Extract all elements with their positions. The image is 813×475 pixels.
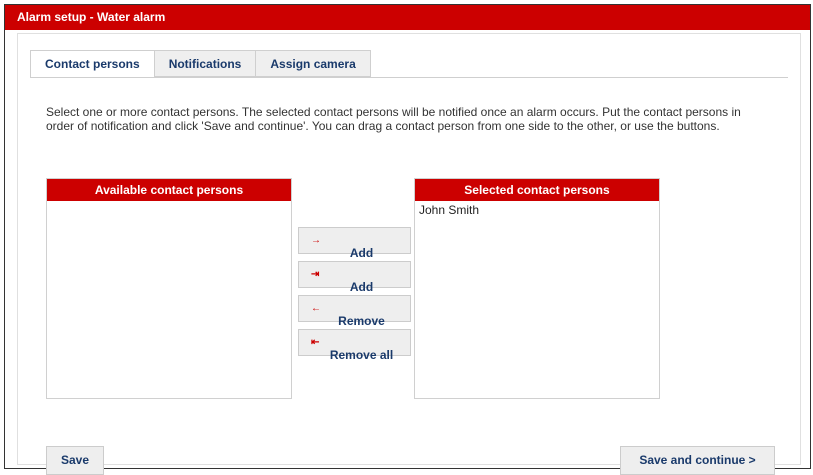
remove-all-button[interactable]: ⇤ Remove all	[298, 329, 411, 362]
content-panel: Contact persons Notifications Assign cam…	[17, 33, 801, 475]
tab-contact-persons[interactable]: Contact persons	[30, 50, 155, 78]
instructions-text: Select one or more contact persons. The …	[46, 105, 741, 133]
tab-divider	[30, 77, 788, 78]
dialog-frame: Alarm setup - Water alarm Contact person…	[4, 4, 811, 475]
add-button[interactable]: → Add	[298, 227, 411, 260]
tab-bar: Contact persons Notifications Assign cam…	[30, 50, 371, 78]
available-contacts-list[interactable]: Available contact persons	[46, 178, 292, 399]
tab-notifications[interactable]: Notifications	[153, 50, 257, 77]
add-all-button[interactable]: ⇥ Add	[298, 261, 411, 294]
selected-contacts-header: Selected contact persons	[415, 179, 659, 201]
available-contacts-header: Available contact persons	[47, 179, 291, 201]
remove-button[interactable]: ← Remove	[298, 295, 411, 328]
tab-assign-camera[interactable]: Assign camera	[255, 50, 371, 77]
selected-contacts-list[interactable]: Selected contact persons John Smith	[414, 178, 660, 399]
dialog-title: Alarm setup - Water alarm	[5, 5, 810, 30]
list-item[interactable]: John Smith	[415, 201, 659, 219]
remove-all-button-label: Remove all	[329, 347, 394, 362]
